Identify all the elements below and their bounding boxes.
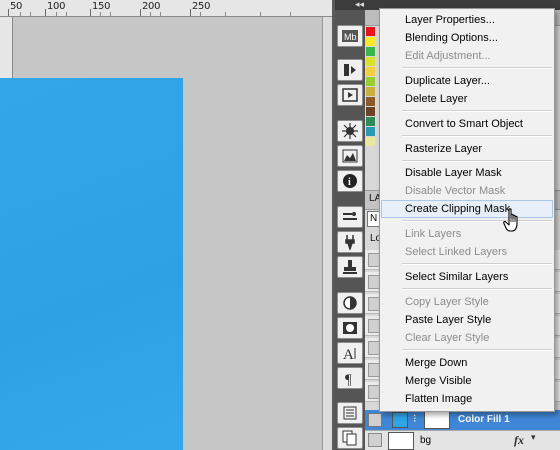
menu-item-convert-smart-object[interactable]: Convert to Smart Object bbox=[381, 115, 553, 133]
svg-text:A: A bbox=[343, 347, 354, 361]
menu-item-delete-layer[interactable]: Delete Layer bbox=[381, 90, 553, 108]
menu-item-rasterize-layer[interactable]: Rasterize Layer bbox=[381, 140, 553, 158]
swatch[interactable] bbox=[366, 127, 375, 136]
actions-icon[interactable] bbox=[337, 84, 363, 106]
svg-text:i: i bbox=[348, 177, 351, 188]
menu-item-disable-vector-mask[interactable]: Disable Vector Mask bbox=[381, 182, 553, 200]
paths-icon[interactable] bbox=[337, 427, 363, 449]
clone-source-icon[interactable] bbox=[337, 256, 363, 278]
layer-thumbnail[interactable] bbox=[388, 432, 414, 450]
ruler-label: 150 bbox=[92, 1, 111, 12]
info-icon[interactable]: i bbox=[337, 170, 363, 192]
menu-separator bbox=[402, 135, 552, 137]
swatch[interactable] bbox=[366, 77, 375, 86]
eye-icon[interactable] bbox=[368, 433, 382, 447]
menu-separator bbox=[402, 67, 552, 69]
swatch[interactable] bbox=[366, 37, 375, 46]
swatch[interactable] bbox=[366, 97, 375, 106]
menu-item-select-linked-layers[interactable]: Select Linked Layers bbox=[381, 243, 553, 261]
menu-separator bbox=[402, 263, 552, 265]
histogram-icon[interactable] bbox=[337, 145, 363, 167]
swatch[interactable] bbox=[366, 87, 375, 96]
layer-comps-icon[interactable] bbox=[337, 402, 363, 424]
layer-name[interactable]: Color Fill 1 bbox=[458, 414, 510, 425]
menu-item-blending-options[interactable]: Blending Options... bbox=[381, 29, 553, 47]
mask-icon[interactable] bbox=[337, 317, 363, 339]
ruler-label: 100 bbox=[47, 1, 66, 12]
history-icon[interactable] bbox=[337, 59, 363, 81]
chevron-down-icon[interactable]: ▾ bbox=[531, 432, 536, 443]
layer-name[interactable]: bg bbox=[420, 435, 431, 446]
link-icon[interactable]: ⁝ bbox=[413, 412, 417, 425]
dock-header[interactable]: ◂◂ bbox=[335, 0, 365, 10]
menu-separator bbox=[402, 220, 552, 222]
top-ruler: 50 100 150 200 250 bbox=[0, 0, 332, 17]
menu-item-edit-adjustment[interactable]: Edit Adjustment... bbox=[381, 47, 553, 65]
paragraph-icon[interactable]: ¶ bbox=[337, 367, 363, 389]
tool-presets-icon[interactable] bbox=[337, 206, 363, 228]
svg-text:Mb: Mb bbox=[344, 32, 357, 42]
eye-icon[interactable] bbox=[368, 413, 382, 427]
menu-item-select-similar-layers[interactable]: Select Similar Layers bbox=[381, 268, 553, 286]
ruler-label: 250 bbox=[192, 1, 211, 12]
hand-cursor-icon bbox=[503, 208, 518, 232]
menu-item-link-layers[interactable]: Link Layers bbox=[381, 225, 553, 243]
menu-item-copy-layer-style[interactable]: Copy Layer Style bbox=[381, 293, 553, 311]
menu-separator bbox=[402, 288, 552, 290]
fill-thumbnail[interactable] bbox=[392, 412, 408, 428]
menu-separator bbox=[402, 160, 552, 162]
menu-separator bbox=[402, 349, 552, 351]
menu-item-flatten-image[interactable]: Flatten Image bbox=[381, 390, 553, 408]
menu-separator bbox=[402, 110, 552, 112]
menu-item-create-clipping-mask[interactable]: Create Clipping Mask bbox=[381, 200, 553, 218]
svg-text:¶: ¶ bbox=[345, 372, 352, 386]
swatch[interactable] bbox=[366, 117, 375, 126]
ruler-label: 200 bbox=[142, 1, 161, 12]
color-balance-icon[interactable] bbox=[337, 292, 363, 314]
fx-icon[interactable]: fx bbox=[514, 433, 524, 448]
collapse-arrows-icon[interactable]: ◂◂ bbox=[355, 0, 364, 10]
ruler-label: 50 bbox=[10, 1, 23, 12]
menu-item-paste-layer-style[interactable]: Paste Layer Style bbox=[381, 311, 553, 329]
swatch[interactable] bbox=[366, 137, 375, 146]
swatch[interactable] bbox=[366, 107, 375, 116]
mini-bridge-icon[interactable]: Mb bbox=[337, 25, 363, 47]
menu-item-disable-layer-mask[interactable]: Disable Layer Mask bbox=[381, 164, 553, 182]
menu-item-duplicate-layer[interactable]: Duplicate Layer... bbox=[381, 72, 553, 90]
mask-thumbnail[interactable] bbox=[424, 411, 450, 429]
swatch[interactable] bbox=[366, 67, 375, 76]
menu-item-merge-visible[interactable]: Merge Visible bbox=[381, 372, 553, 390]
document-canvas[interactable] bbox=[0, 78, 183, 450]
menu-item-clear-layer-style[interactable]: Clear Layer Style bbox=[381, 329, 553, 347]
swatch[interactable] bbox=[366, 27, 375, 36]
character-icon[interactable]: A bbox=[337, 342, 363, 364]
brush-icon[interactable] bbox=[337, 231, 363, 253]
menu-item-merge-down[interactable]: Merge Down bbox=[381, 354, 553, 372]
menu-item-layer-properties[interactable]: Layer Properties... bbox=[381, 11, 553, 29]
navigator-icon[interactable] bbox=[337, 120, 363, 142]
swatch[interactable] bbox=[366, 47, 375, 56]
swatch[interactable] bbox=[366, 57, 375, 66]
